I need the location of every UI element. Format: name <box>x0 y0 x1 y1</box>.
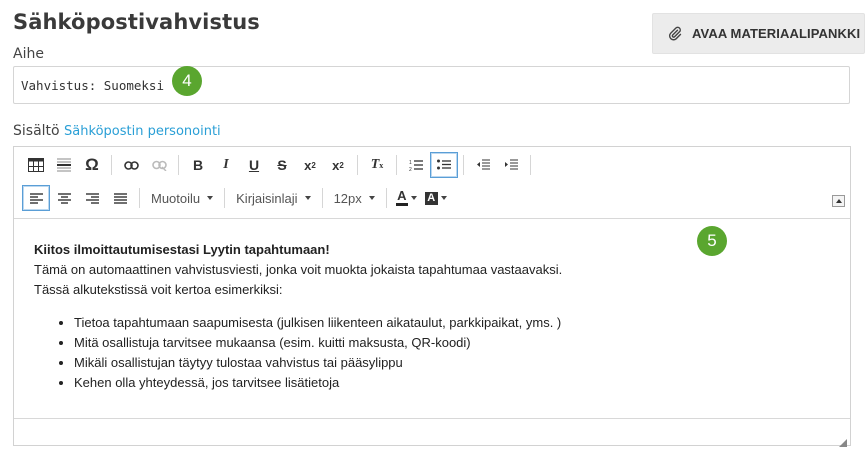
subject-input[interactable] <box>13 66 850 104</box>
background-color-icon: A <box>424 191 438 205</box>
align-right-icon[interactable] <box>78 185 106 211</box>
superscript-icon[interactable]: x2 <box>324 152 352 178</box>
open-material-bank-button[interactable]: AVAA MATERIAALIPANKKI <box>652 13 865 54</box>
content-line: Tämä on automaattinen vahvistusviesti, j… <box>34 262 563 277</box>
italic-icon[interactable]: I <box>212 152 240 178</box>
toolbar-separator <box>111 155 112 175</box>
toolbar-row-1: Ω B I U S x2 x2 Tx 12 <box>22 152 536 178</box>
toolbar-separator <box>530 155 531 175</box>
list-item: Mitä osallistuja tarvitsee mukaansa (esi… <box>74 333 850 353</box>
rich-text-editor: Ω B I U S x2 x2 Tx 12 Muotoilu Kirjaisin… <box>13 146 851 447</box>
chevron-down-icon <box>410 196 417 200</box>
text-color-picker[interactable]: A <box>392 185 421 211</box>
step-badge-subject: 4 <box>172 66 202 96</box>
content-label-row: Sisältö Sähköpostin personointi <box>13 123 221 139</box>
chevron-down-icon <box>440 196 447 200</box>
horizontal-rule-icon[interactable] <box>50 152 78 178</box>
underline-icon[interactable]: U <box>240 152 268 178</box>
format-select[interactable]: Muotoilu <box>145 185 219 211</box>
content-bullet-list: Tietoa tapahtumaan saapumisesta (julkise… <box>34 313 850 393</box>
editor-toolbar: Ω B I U S x2 x2 Tx 12 Muotoilu Kirjaisin… <box>14 147 850 219</box>
toolbar-separator <box>385 188 387 208</box>
bulleted-list-icon[interactable] <box>430 152 458 178</box>
toolbar-separator <box>396 155 397 175</box>
font-size-select[interactable]: 12px <box>328 185 381 211</box>
toolbar-separator <box>178 155 179 175</box>
toolbar-separator <box>139 188 140 208</box>
editor-statusbar <box>14 418 850 447</box>
page-title: Sähköpostivahvistus <box>13 10 260 34</box>
font-family-select-value: Kirjaisinlaji <box>236 190 298 206</box>
clear-formatting-icon[interactable]: Tx <box>363 152 391 178</box>
table-icon[interactable] <box>22 152 50 178</box>
chevron-down-icon <box>207 196 214 200</box>
unlink-icon[interactable] <box>145 152 173 178</box>
list-item: Tietoa tapahtumaan saapumisesta (julkise… <box>74 313 850 333</box>
resize-handle-icon[interactable] <box>837 432 847 447</box>
subject-label: Aihe <box>13 46 44 62</box>
link-icon[interactable] <box>117 152 145 178</box>
toolbar-separator <box>224 188 226 208</box>
toolbar-separator <box>321 188 323 208</box>
list-item: Kehen olla yhteydessä, jos tarvitsee lis… <box>74 373 850 393</box>
collapse-toolbar-button[interactable] <box>832 195 845 207</box>
editor-content[interactable]: Kiitos ilmoittautumisestasi Lyytin tapah… <box>14 220 850 420</box>
email-personalization-link[interactable]: Sähköpostin personointi <box>64 124 221 139</box>
strikethrough-icon[interactable]: S <box>268 152 296 178</box>
toolbar-separator <box>357 155 358 175</box>
align-left-icon[interactable] <box>22 185 50 211</box>
content-label: Sisältö <box>13 123 60 139</box>
content-heading: Kiitos ilmoittautumisestasi Lyytin tapah… <box>34 242 330 257</box>
indent-icon[interactable] <box>497 152 525 178</box>
chevron-down-icon <box>368 196 375 200</box>
align-justify-icon[interactable] <box>106 185 134 211</box>
step-badge-content: 5 <box>697 226 727 256</box>
toolbar-separator <box>463 155 464 175</box>
format-select-value: Muotoilu <box>151 190 201 206</box>
open-material-bank-label: AVAA MATERIAALIPANKKI <box>692 26 861 41</box>
text-color-icon: A <box>395 189 408 206</box>
list-item: Mikäli osallistujan täytyy tulostaa vahv… <box>74 353 850 373</box>
background-color-picker[interactable]: A <box>421 185 451 211</box>
chevron-down-icon <box>304 196 311 200</box>
special-character-icon[interactable]: Ω <box>78 152 106 178</box>
outdent-icon[interactable] <box>469 152 497 178</box>
numbered-list-icon[interactable]: 12 <box>402 152 430 178</box>
svg-text:1: 1 <box>409 160 412 166</box>
content-line: Tässä alkutekstissä voit kertoa esimerki… <box>34 282 283 297</box>
paperclip-icon <box>668 26 682 41</box>
subscript-icon[interactable]: x2 <box>296 152 324 178</box>
align-center-icon[interactable] <box>50 185 78 211</box>
svg-text:2: 2 <box>409 167 412 172</box>
triangle-up-icon <box>835 199 842 203</box>
bold-icon[interactable]: B <box>184 152 212 178</box>
toolbar-row-2: Muotoilu Kirjaisinlaji 12px A A <box>22 185 451 211</box>
font-size-select-value: 12px <box>333 190 362 206</box>
font-family-select[interactable]: Kirjaisinlaji <box>230 185 316 211</box>
